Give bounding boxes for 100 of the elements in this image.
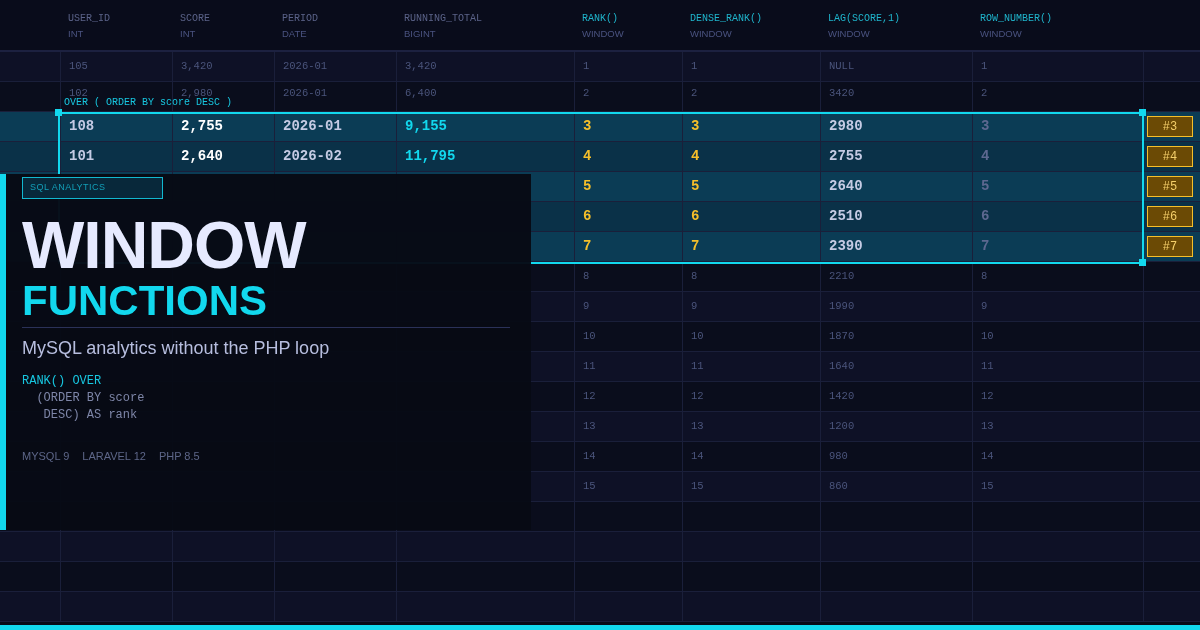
table-cell-text: 2026-02 bbox=[283, 147, 342, 166]
table-cell-text: 12 bbox=[691, 388, 704, 404]
column-name: USER_ID bbox=[68, 12, 111, 26]
rank-badge: #4 bbox=[1147, 146, 1193, 167]
table-cell-text: 2 bbox=[691, 86, 698, 101]
table-cell-text: 10 bbox=[981, 328, 994, 344]
rank-badge: #3 bbox=[1147, 116, 1193, 137]
table-cell-text: 6 bbox=[691, 207, 700, 226]
table-cell-text: 3 bbox=[691, 117, 700, 136]
tech-label: PHP 8.5 bbox=[158, 449, 200, 464]
table-cell-text: NULL bbox=[829, 58, 855, 74]
table-cell-text: 2,640 bbox=[181, 147, 223, 166]
table-cell-text: 105 bbox=[69, 58, 88, 74]
table-cell-text: 4 bbox=[583, 147, 592, 166]
code-line: DESC) AS rank bbox=[42, 407, 139, 424]
headline: WINDOW bbox=[22, 213, 308, 277]
table-cell-text: 9 bbox=[981, 298, 988, 314]
tech-label: LARAVEL 12 bbox=[82, 449, 146, 464]
table-cell-text: 2980 bbox=[829, 117, 863, 136]
table-cell-text: 14 bbox=[981, 448, 994, 464]
table-cell-text: 4 bbox=[981, 147, 990, 166]
table-cell-text: 14 bbox=[691, 448, 704, 464]
headline-accent: FUNCTIONS bbox=[22, 279, 268, 323]
column-type: DATE bbox=[282, 28, 308, 40]
table-cell-text: 9 bbox=[691, 298, 698, 314]
table-cell-text: 10 bbox=[583, 328, 596, 344]
table-cell-text: 1640 bbox=[829, 358, 855, 374]
table-cell-text: 2,755 bbox=[181, 117, 223, 136]
column-type: BIGINT bbox=[404, 28, 437, 40]
table-cell-text: 11 bbox=[583, 358, 596, 374]
table-cell-text: 9,155 bbox=[405, 117, 447, 136]
table-cell-text: 15 bbox=[981, 478, 994, 494]
table-cell-text: 11,795 bbox=[405, 147, 456, 166]
column-type: INT bbox=[68, 28, 85, 40]
column-name: LAG(SCORE,1) bbox=[828, 12, 901, 26]
table-cell-text: 1870 bbox=[829, 328, 855, 344]
table-cell-text: 12 bbox=[583, 388, 596, 404]
rank-badge: #5 bbox=[1147, 176, 1193, 197]
table-cell-text: 6,400 bbox=[405, 86, 437, 101]
table-cell-text: 3 bbox=[583, 117, 592, 136]
table-cell-text: 7 bbox=[981, 237, 990, 256]
table-cell-text: 2026-01 bbox=[283, 117, 342, 136]
table-cell-text: 11 bbox=[691, 358, 704, 374]
rank-badge: #7 bbox=[1147, 236, 1193, 257]
table-cell-text: 2026-01 bbox=[283, 58, 328, 74]
table-cell-text: 3 bbox=[981, 117, 990, 136]
table-cell-text: 2755 bbox=[829, 147, 863, 166]
table-cell-text: 15 bbox=[583, 478, 596, 494]
table-cell-text: 6 bbox=[583, 207, 592, 226]
table-cell-text: 7 bbox=[583, 237, 592, 256]
table-cell-text: 13 bbox=[583, 418, 596, 434]
column-name: SCORE bbox=[180, 12, 211, 26]
table-cell-text: 5 bbox=[981, 177, 990, 196]
tech-label: MYSQL 9 bbox=[22, 449, 70, 464]
table-cell-text: 1200 bbox=[829, 418, 855, 434]
table-cell-text: 2390 bbox=[829, 237, 863, 256]
table-cell-text: 3,420 bbox=[181, 58, 213, 74]
code-line: (ORDER BY score bbox=[35, 390, 146, 407]
column-name: ROW_NUMBER() bbox=[980, 12, 1053, 26]
category-tag: SQL ANALYTICS bbox=[22, 177, 163, 199]
table-cell-text: 2640 bbox=[829, 177, 863, 196]
table-cell-text: 2 bbox=[981, 86, 988, 101]
table-cell-text: 5 bbox=[691, 177, 700, 196]
table-cell-text: 108 bbox=[69, 117, 95, 136]
table-cell-text: 3,420 bbox=[405, 58, 437, 74]
column-name: RUNNING_TOTAL bbox=[404, 12, 483, 26]
table-cell-text: 980 bbox=[829, 448, 848, 464]
table-cell-text: 1990 bbox=[829, 298, 855, 314]
table-cell-text: 8 bbox=[583, 268, 590, 284]
column-name: PERIOD bbox=[282, 12, 319, 26]
subtitle: MySQL analytics without the PHP loop bbox=[22, 337, 331, 359]
column-type: WINDOW bbox=[690, 28, 733, 40]
rank-badge: #6 bbox=[1147, 206, 1193, 227]
table-cell-text: 2210 bbox=[829, 268, 855, 284]
table-cell-text: 1 bbox=[691, 58, 698, 74]
table-cell-text: 11 bbox=[981, 358, 994, 374]
column-type: WINDOW bbox=[828, 28, 871, 40]
table-cell-text: 101 bbox=[69, 147, 95, 166]
column-name: DENSE_RANK() bbox=[690, 12, 763, 26]
column-type: WINDOW bbox=[582, 28, 625, 40]
code-line: RANK() OVER bbox=[22, 373, 103, 390]
table-cell-text: 1420 bbox=[829, 388, 855, 404]
table-cell-text: 1 bbox=[583, 58, 590, 74]
table-cell-text: 13 bbox=[981, 418, 994, 434]
table-cell-text: 10 bbox=[691, 328, 704, 344]
selection-handle[interactable] bbox=[55, 109, 62, 116]
table-cell-text: 8 bbox=[981, 268, 988, 284]
table-cell-text: 2 bbox=[583, 86, 590, 101]
selection-handle[interactable] bbox=[1139, 109, 1146, 116]
table-cell-text: 13 bbox=[691, 418, 704, 434]
table-cell-text: 12 bbox=[981, 388, 994, 404]
frame-label: OVER ( ORDER BY score DESC ) bbox=[64, 97, 233, 109]
table-cell-text: 14 bbox=[583, 448, 596, 464]
table-cell-text: 8 bbox=[691, 268, 698, 284]
table-cell-text: 860 bbox=[829, 478, 848, 494]
selection-handle[interactable] bbox=[1139, 259, 1146, 266]
table-cell-text: 7 bbox=[691, 237, 700, 256]
table-cell-text: 2026-01 bbox=[283, 86, 328, 101]
table-cell-text: 3420 bbox=[829, 86, 855, 101]
table-cell-text: 4 bbox=[691, 147, 700, 166]
